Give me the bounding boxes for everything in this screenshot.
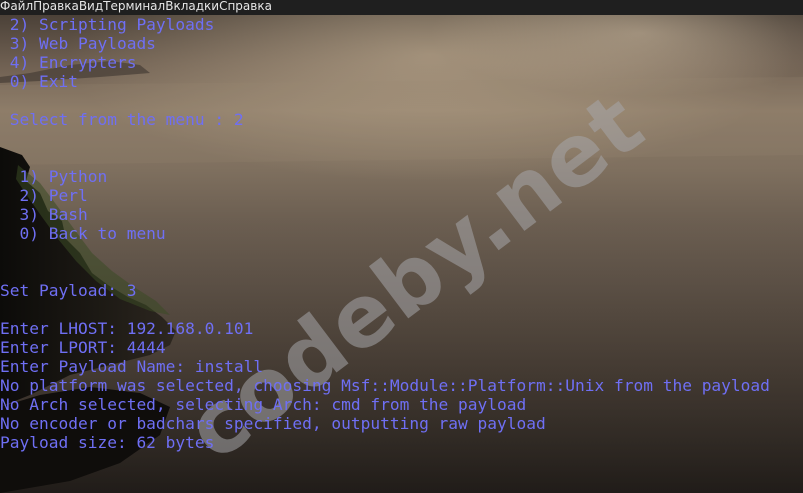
terminal-line: 0) Exit [0,72,78,91]
terminal-line: Payload size: 62 bytes [0,433,215,452]
terminal-line: 2) Perl [0,186,88,205]
terminal-line: Enter LHOST: 192.168.0.101 [0,319,254,338]
terminal-line: 2) Scripting Payloads [0,15,215,34]
terminal-line: No encoder or badchars specified, output… [0,414,546,433]
terminal-output: 2) Scripting Payloads 3) Web Payloads 4)… [0,15,770,452]
terminal-line: Set Payload: 3 [0,281,137,300]
terminal-line: 1) Python [0,167,108,186]
menu-terminal[interactable]: Терминал [103,0,165,13]
terminal-line: No platform was selected, choosing Msf::… [0,376,770,395]
terminal-line: Enter Payload Name: install [0,357,264,376]
menu-file[interactable]: Файл [0,0,33,13]
terminal-line: Enter LPORT: 4444 [0,338,166,357]
terminal-line: 3) Web Payloads [0,34,156,53]
terminal-line: 0) Back to menu [0,224,166,243]
menu-view[interactable]: Вид [79,0,103,13]
terminal-line: 4) Encrypters [0,53,137,72]
menu-bar: Файл Правка Вид Терминал Вкладки Справка [0,0,803,15]
terminal-line: 3) Bash [0,205,88,224]
menu-help[interactable]: Справка [219,0,272,13]
terminal-area[interactable]: codeby.net 2) Scripting Payloads 3) Web … [0,15,803,493]
menu-edit[interactable]: Правка [33,0,79,13]
terminal-window: Файл Правка Вид Терминал Вкладки Справка [0,0,803,493]
terminal-line: Select from the menu : 2 [0,110,244,129]
terminal-line: No Arch selected, selecting Arch: cmd fr… [0,395,527,414]
menu-tabs[interactable]: Вкладки [165,0,219,13]
